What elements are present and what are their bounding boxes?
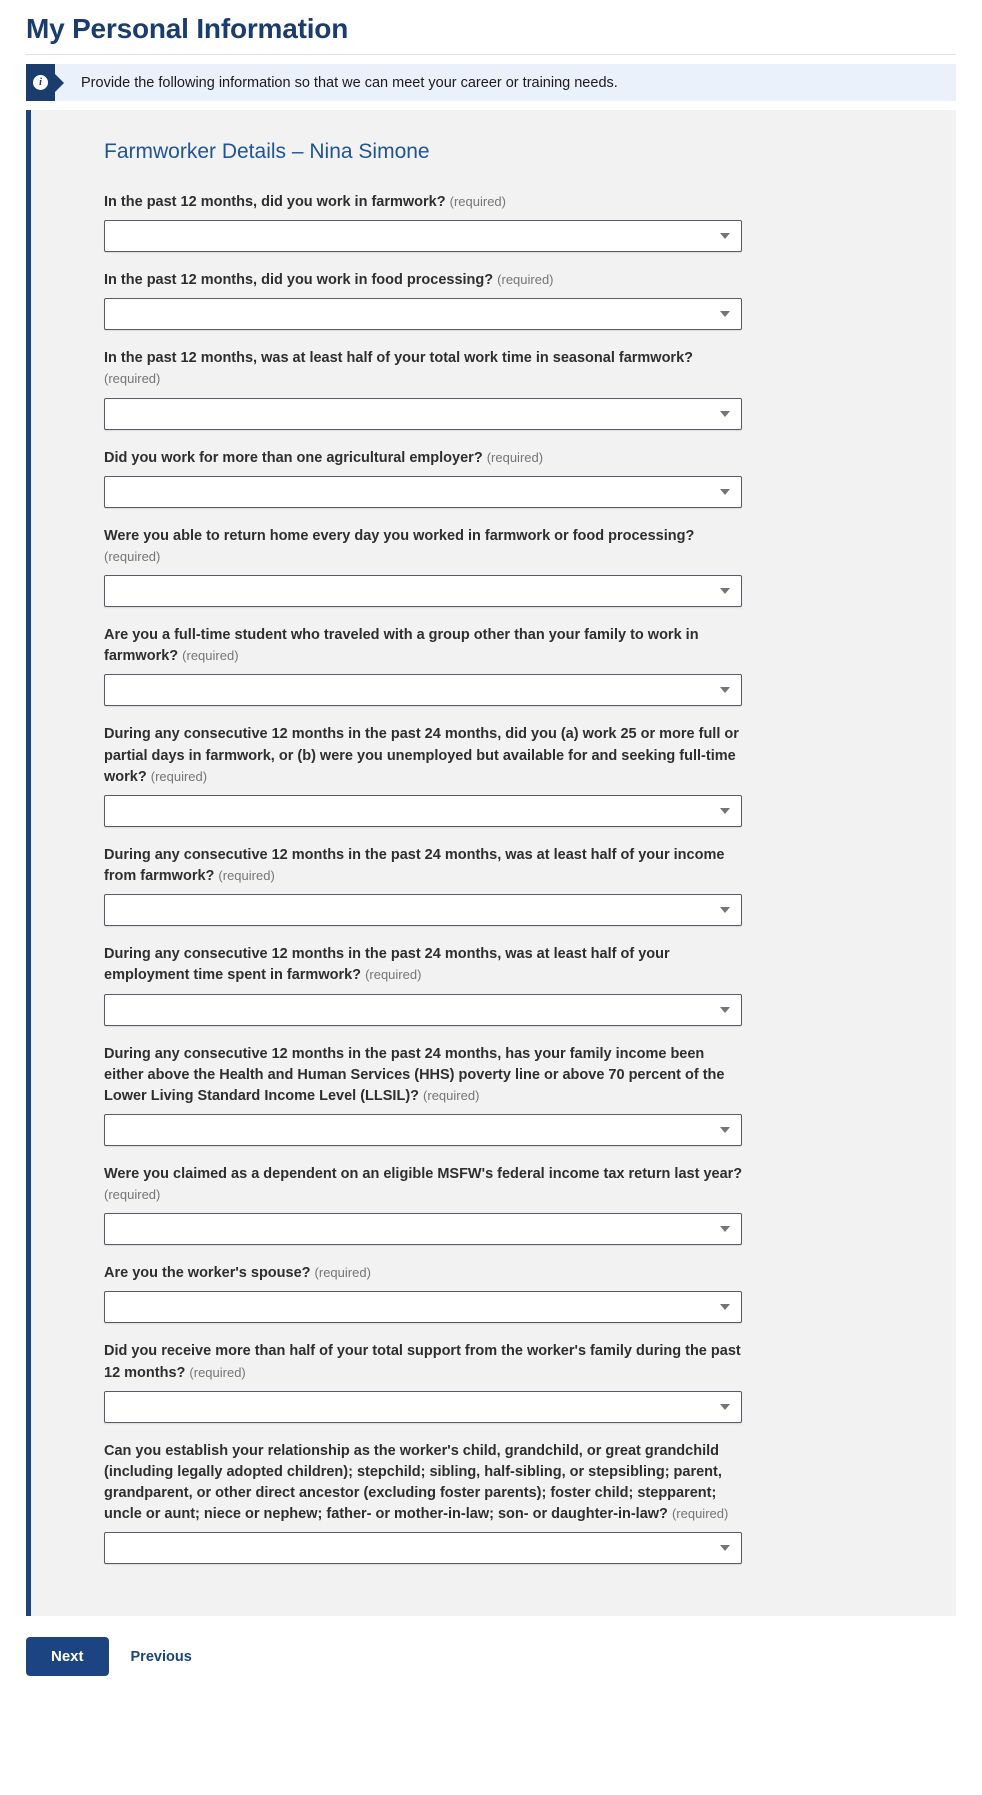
- required-marker: (required): [497, 272, 554, 288]
- field-label: In the past 12 months, did you work in f…: [104, 270, 744, 291]
- chevron-down-icon: [720, 1403, 730, 1410]
- form-field: During any consecutive 12 months in the …: [104, 1044, 936, 1146]
- fields-container: In the past 12 months, did you work in f…: [104, 192, 936, 1565]
- field-select[interactable]: [104, 894, 742, 927]
- field-label: Did you work for more than one agricultu…: [104, 448, 744, 469]
- field-select[interactable]: [104, 1213, 742, 1246]
- form-field: Are you a full-time student who traveled…: [104, 625, 936, 707]
- chevron-down-icon: [720, 488, 730, 495]
- chevron-down-icon: [720, 410, 730, 417]
- field-label-text: In the past 12 months, did you work in f…: [104, 272, 494, 289]
- field-label-text: Can you establish your relationship as t…: [104, 1442, 722, 1523]
- form-field: During any consecutive 12 months in the …: [104, 845, 936, 927]
- info-icon: i: [26, 64, 55, 101]
- field-label: In the past 12 months, was at least half…: [104, 348, 744, 390]
- chevron-down-icon: [720, 1006, 730, 1013]
- field-label-text: In the past 12 months, was at least half…: [104, 350, 693, 367]
- field-label: Were you claimed as a dependent on an el…: [104, 1164, 744, 1206]
- field-label: Can you establish your relationship as t…: [104, 1441, 744, 1526]
- field-label: Are you the worker's spouse? (required): [104, 1263, 744, 1284]
- form-field: Did you work for more than one agricultu…: [104, 448, 936, 508]
- form-field: Were you claimed as a dependent on an el…: [104, 1164, 936, 1246]
- field-label: In the past 12 months, did you work in f…: [104, 192, 744, 213]
- required-marker: (required): [104, 1187, 161, 1203]
- form-field: Did you receive more than half of your t…: [104, 1341, 936, 1423]
- field-label-text: In the past 12 months, did you work in f…: [104, 194, 446, 210]
- field-label-text: During any consecutive 12 months in the …: [104, 1045, 725, 1104]
- form-field: During any consecutive 12 months in the …: [104, 724, 936, 827]
- field-label: During any consecutive 12 months in the …: [104, 724, 744, 787]
- chevron-down-icon: [720, 311, 730, 318]
- next-button[interactable]: Next: [26, 1637, 109, 1677]
- required-marker: (required): [449, 194, 506, 209]
- chevron-down-icon: [720, 1226, 730, 1233]
- chevron-down-icon: [720, 588, 730, 595]
- required-marker: (required): [104, 548, 161, 564]
- field-select[interactable]: [104, 475, 742, 508]
- chevron-down-icon: [720, 1545, 730, 1552]
- info-alert-message: Provide the following information so tha…: [81, 74, 618, 91]
- field-label: Were you able to return home every day y…: [104, 526, 744, 568]
- chevron-down-icon: [720, 687, 730, 694]
- form-field: Were you able to return home every day y…: [104, 526, 936, 608]
- required-marker: (required): [189, 1364, 246, 1380]
- field-label-text: Were you able to return home every day y…: [104, 527, 695, 544]
- required-marker: (required): [423, 1087, 480, 1103]
- chevron-down-icon: [720, 1304, 730, 1311]
- field-select[interactable]: [104, 993, 742, 1026]
- field-label: During any consecutive 12 months in the …: [104, 845, 744, 887]
- field-label: During any consecutive 12 months in the …: [104, 944, 744, 986]
- chevron-down-icon: [720, 907, 730, 914]
- required-marker: (required): [314, 1265, 371, 1281]
- form-field: In the past 12 months, did you work in f…: [104, 270, 936, 331]
- field-select[interactable]: [104, 298, 742, 331]
- required-marker: (required): [182, 648, 239, 664]
- field-label-text: During any consecutive 12 months in the …: [104, 846, 725, 885]
- section-title: Farmworker Details – Nina Simone: [104, 140, 430, 163]
- field-select[interactable]: [104, 397, 742, 430]
- title-divider: [26, 54, 956, 55]
- field-label-text: Did you work for more than one agricultu…: [104, 449, 483, 466]
- required-marker: (required): [218, 868, 275, 884]
- chevron-down-icon: [720, 1126, 730, 1133]
- form-panel: Farmworker Details – Nina Simone In the …: [26, 110, 956, 1617]
- field-label-text: Were you claimed as a dependent on an el…: [104, 1165, 743, 1182]
- field-label: Did you receive more than half of your t…: [104, 1341, 744, 1383]
- form-field: Can you establish your relationship as t…: [104, 1441, 936, 1565]
- form-footer: Next Previous: [26, 1637, 956, 1677]
- field-select[interactable]: [104, 575, 742, 608]
- field-label: Are you a full-time student who traveled…: [104, 625, 744, 667]
- field-select[interactable]: [104, 1532, 742, 1565]
- field-select[interactable]: [104, 674, 742, 707]
- field-select[interactable]: [104, 794, 742, 827]
- field-label: During any consecutive 12 months in the …: [104, 1044, 744, 1107]
- chevron-down-icon: [720, 807, 730, 814]
- field-select[interactable]: [104, 1390, 742, 1423]
- required-marker: (required): [365, 967, 422, 983]
- field-select[interactable]: [104, 1113, 742, 1146]
- required-marker: (required): [150, 768, 208, 784]
- info-icon-glyph: i: [33, 75, 48, 90]
- form-field: In the past 12 months, was at least half…: [104, 348, 936, 430]
- field-select[interactable]: [104, 220, 742, 253]
- form-field: In the past 12 months, did you work in f…: [104, 192, 936, 253]
- info-alert: i Provide the following information so t…: [26, 64, 956, 101]
- required-marker: (required): [671, 1506, 729, 1522]
- form-field: During any consecutive 12 months in the …: [104, 944, 936, 1026]
- chevron-down-icon: [720, 233, 730, 240]
- page-title: My Personal Information: [26, 13, 349, 44]
- previous-button[interactable]: Previous: [131, 1649, 192, 1665]
- field-label-text: Are you the worker's spouse?: [104, 1265, 311, 1282]
- form-field: Are you the worker's spouse? (required): [104, 1263, 936, 1324]
- required-marker: (required): [486, 449, 544, 465]
- required-marker: (required): [104, 371, 161, 387]
- field-select[interactable]: [104, 1291, 742, 1324]
